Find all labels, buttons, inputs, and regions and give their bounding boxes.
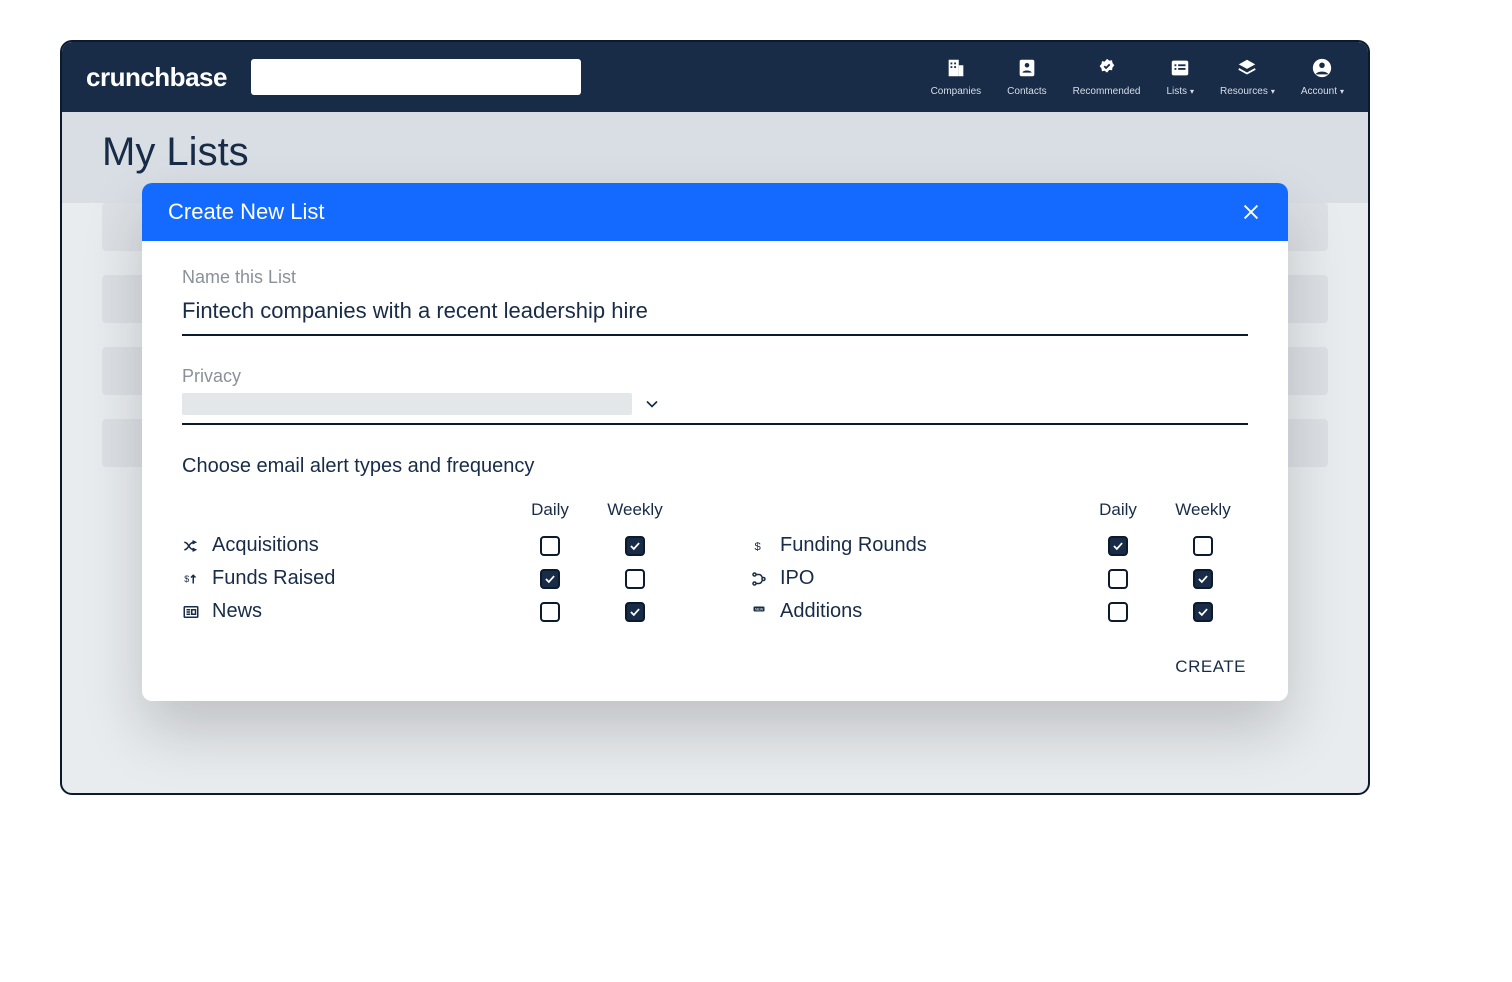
alert-label: Funding Rounds [780, 534, 927, 557]
modal-header: Create New List [142, 183, 1288, 241]
checkbox-left-0-weekly[interactable] [625, 536, 645, 556]
merge-icon [182, 537, 200, 555]
nav-label: Companies [931, 86, 982, 97]
svg-text:NEW: NEW [755, 607, 764, 611]
nav-item-companies[interactable]: Companies [931, 57, 982, 97]
svg-text:$: $ [755, 540, 762, 552]
alert-label: Additions [780, 600, 862, 623]
checkbox-right-1-weekly[interactable] [1193, 569, 1213, 589]
nav-item-resources[interactable]: Resources▾ [1220, 57, 1275, 97]
alert-label: Acquisitions [212, 534, 319, 557]
top-nav: Companies Contacts Recommended Lists▾ Resour… [931, 57, 1344, 97]
alerts-section-title: Choose email alert types and frequency [182, 455, 1248, 478]
checkbox-left-1-daily[interactable] [540, 569, 560, 589]
name-label: Name this List [182, 267, 1248, 288]
dollar-icon: $ [750, 537, 768, 555]
list-icon [1169, 57, 1191, 82]
alert-label: IPO [780, 567, 814, 590]
topbar: crunchbase Companies Contacts Recommended L… [62, 42, 1368, 112]
create-button[interactable]: CREATE [1175, 657, 1246, 677]
modal-title: Create New List [168, 199, 325, 225]
alert-row-additions: NEW Additions [750, 600, 1248, 623]
contact-icon [1016, 57, 1038, 82]
alert-row-acquisitions: Acquisitions [182, 534, 680, 557]
privacy-select[interactable] [182, 393, 1248, 425]
new-icon: NEW [750, 603, 768, 621]
nav-item-lists[interactable]: Lists▾ [1166, 57, 1194, 97]
nav-label: Lists▾ [1166, 86, 1194, 97]
chevron-down-icon [642, 394, 662, 414]
badge-icon [1096, 57, 1118, 82]
nav-label: Account▾ [1301, 86, 1344, 97]
col-header-daily: Daily [510, 500, 590, 520]
nav-item-contacts[interactable]: Contacts [1007, 57, 1046, 97]
alerts-grid: Daily Weekly Acquisitions $ Funds Raised Ne… [182, 500, 1248, 633]
alert-row-funds-raised: $ Funds Raised [182, 567, 680, 590]
account-icon [1311, 57, 1333, 82]
alerts-column-right: Daily Weekly $ Funding Rounds IPO NEW Additi… [750, 500, 1248, 633]
building-icon [945, 57, 967, 82]
nav-label: Resources▾ [1220, 86, 1275, 97]
chevron-down-icon: ▾ [1340, 87, 1344, 96]
nav-item-account[interactable]: Account▾ [1301, 57, 1344, 97]
nav-label: Contacts [1007, 86, 1046, 97]
alert-label: News [212, 600, 262, 623]
modal-footer: CREATE [182, 633, 1248, 687]
list-name-input[interactable] [182, 294, 1248, 336]
content-area: Create New List Name this List Privacy [62, 203, 1368, 793]
svg-text:$: $ [184, 574, 189, 584]
checkbox-right-0-daily[interactable] [1108, 536, 1128, 556]
col-header-weekly: Weekly [590, 500, 680, 520]
alerts-column-left: Daily Weekly Acquisitions $ Funds Raised Ne… [182, 500, 680, 633]
checkbox-left-1-weekly[interactable] [625, 569, 645, 589]
alert-row-news: News [182, 600, 680, 623]
page-title: My Lists [102, 130, 1328, 175]
privacy-label: Privacy [182, 366, 1248, 387]
alert-label: Funds Raised [212, 567, 335, 590]
privacy-field: Privacy [182, 366, 1248, 425]
col-header-daily: Daily [1078, 500, 1158, 520]
chevron-down-icon: ▾ [1190, 87, 1194, 96]
name-field: Name this List [182, 267, 1248, 336]
brand-logo: crunchbase [86, 62, 227, 93]
checkbox-right-2-weekly[interactable] [1193, 602, 1213, 622]
nav-item-recommended[interactable]: Recommended [1073, 57, 1141, 97]
checkbox-right-2-daily[interactable] [1108, 602, 1128, 622]
checkbox-right-1-daily[interactable] [1108, 569, 1128, 589]
modal-body: Name this List Privacy Choose email aler… [142, 241, 1288, 701]
ipo-icon [750, 570, 768, 588]
checkbox-left-2-weekly[interactable] [625, 602, 645, 622]
alert-row-ipo: IPO [750, 567, 1248, 590]
checkbox-right-0-weekly[interactable] [1193, 536, 1213, 556]
app-window: crunchbase Companies Contacts Recommended L… [60, 40, 1370, 795]
create-list-modal: Create New List Name this List Privacy [142, 183, 1288, 701]
layers-icon [1236, 57, 1258, 82]
checkbox-left-2-daily[interactable] [540, 602, 560, 622]
nav-label: Recommended [1073, 86, 1141, 97]
checkbox-left-0-daily[interactable] [540, 536, 560, 556]
news-icon [182, 603, 200, 621]
chevron-down-icon: ▾ [1271, 87, 1275, 96]
search-input[interactable] [251, 59, 581, 95]
privacy-value-placeholder [182, 393, 632, 415]
col-header-weekly: Weekly [1158, 500, 1248, 520]
alert-row-funding-rounds: $ Funding Rounds [750, 534, 1248, 557]
close-icon[interactable] [1240, 201, 1262, 223]
dollar-up-icon: $ [182, 570, 200, 588]
